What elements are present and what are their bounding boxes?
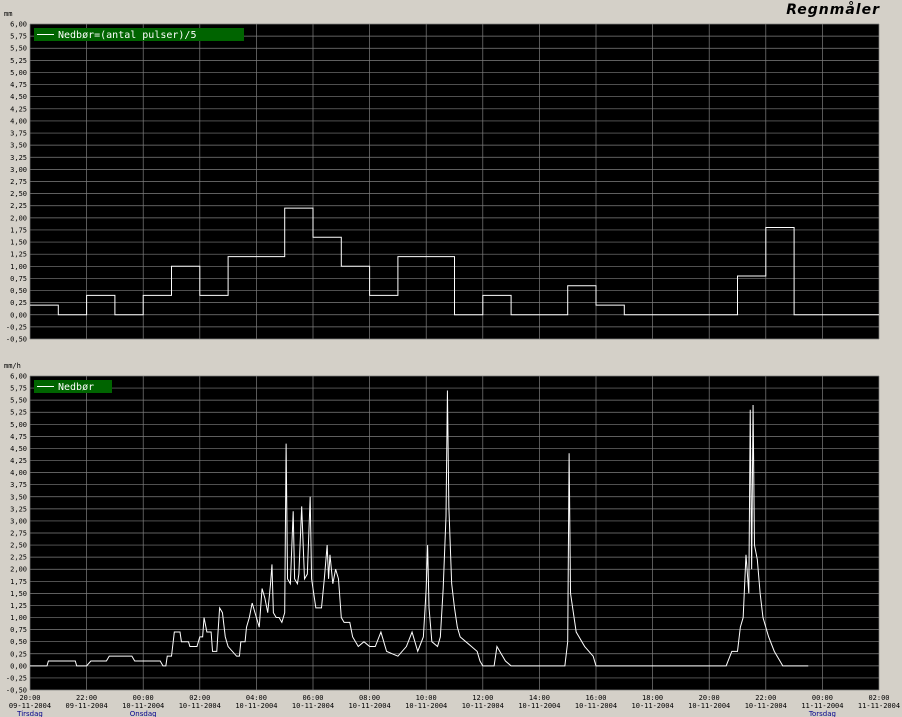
x-tick-time: 04:00 — [246, 694, 267, 702]
y-tick-label: 4,50 — [10, 445, 27, 453]
y-tick-label: 4,75 — [10, 433, 27, 441]
y-tick-label: 4,50 — [10, 93, 27, 101]
x-tick-time: 06:00 — [302, 694, 323, 702]
x-tick-date: 10-11-2004 — [235, 702, 277, 710]
y-tick-label: 0,50 — [10, 287, 27, 295]
x-tick-time: 00:00 — [133, 694, 154, 702]
y-tick-label: 1,50 — [10, 590, 27, 598]
y-unit-label: mm — [4, 10, 12, 18]
y-tick-label: 1,00 — [10, 263, 27, 271]
y-tick-label: 0,00 — [10, 662, 27, 670]
legend-label: Nedbør=(antal pulser)/5 — [58, 30, 196, 41]
x-tick-time: 20:00 — [19, 694, 40, 702]
y-tick-label: 2,75 — [10, 530, 27, 538]
y-tick-label: 5,25 — [10, 409, 27, 417]
y-tick-label: 5,00 — [10, 69, 27, 77]
x-tick-date: 10-11-2004 — [462, 702, 504, 710]
x-tick-time: 08:00 — [359, 694, 380, 702]
y-tick-label: 4,00 — [10, 469, 27, 477]
y-tick-label: 4,75 — [10, 81, 27, 89]
x-tick-date: 10-11-2004 — [179, 702, 221, 710]
y-tick-label: 5,50 — [10, 397, 27, 405]
legend-label: Nedbør — [58, 382, 94, 393]
y-tick-label: 1,50 — [10, 239, 27, 247]
y-tick-label: 1,75 — [10, 578, 27, 586]
x-tick-date: 10-11-2004 — [688, 702, 730, 710]
x-tick-time: 10:00 — [416, 694, 437, 702]
x-tick-date: 10-11-2004 — [632, 702, 674, 710]
x-tick-time: 22:00 — [76, 694, 97, 702]
y-tick-label: 2,25 — [10, 554, 27, 562]
x-tick-date: 10-11-2004 — [575, 702, 617, 710]
y-tick-label: 4,25 — [10, 105, 27, 113]
y-tick-label: -0,50 — [6, 336, 27, 344]
x-tick-date: 10-11-2004 — [405, 702, 447, 710]
y-tick-label: 1,75 — [10, 226, 27, 234]
y-tick-label: 3,25 — [10, 154, 27, 162]
y-tick-label: 1,25 — [10, 602, 27, 610]
x-tick-day: Onsdag — [130, 710, 157, 717]
y-tick-label: 6,00 — [10, 21, 27, 29]
x-tick-time: 02:00 — [868, 694, 889, 702]
y-tick-label: 6,00 — [10, 373, 27, 381]
y-tick-label: 2,50 — [10, 190, 27, 198]
y-tick-label: 2,00 — [10, 566, 27, 574]
x-tick-time: 16:00 — [585, 694, 606, 702]
x-tick-time: 18:00 — [642, 694, 663, 702]
y-tick-label: 3,25 — [10, 505, 27, 513]
x-tick-day: Tirsdag — [16, 710, 43, 717]
y-tick-label: 0,25 — [10, 650, 27, 658]
y-tick-label: 5,50 — [10, 45, 27, 53]
y-tick-label: 1,25 — [10, 251, 27, 259]
y-tick-label: 5,25 — [10, 57, 27, 65]
x-tick-time: 02:00 — [189, 694, 210, 702]
y-tick-label: 2,00 — [10, 214, 27, 222]
rain-chart: 6,00 5,75 5,50 5,25 5,00 4,75 4,50 4,25 4,00 3,75… — [4, 10, 900, 717]
y-tick-label: 3,00 — [10, 166, 27, 174]
y-unit-label: mm/h — [4, 362, 21, 370]
y-tick-label: 3,00 — [10, 517, 27, 525]
y-tick-label: 2,75 — [10, 178, 27, 186]
y-tick-label: 2,50 — [10, 542, 27, 550]
y-tick-label: 3,50 — [10, 493, 27, 501]
y-tick-label: 0,25 — [10, 299, 27, 307]
x-tick-date: 09-11-2004 — [66, 702, 108, 710]
y-tick-label: 5,00 — [10, 421, 27, 429]
x-tick-time: 14:00 — [529, 694, 550, 702]
x-tick-date: 10-11-2004 — [745, 702, 787, 710]
y-tick-label: 3,50 — [10, 142, 27, 150]
y-tick-label: 0,00 — [10, 311, 27, 319]
y-tick-label: 5,75 — [10, 385, 27, 393]
x-tick-day: Torsdag — [808, 710, 836, 717]
y-tick-label: 0,75 — [10, 275, 27, 283]
x-tick-date: 11-11-2004 — [858, 702, 900, 710]
y-tick-label: 4,00 — [10, 117, 27, 125]
x-tick-time: 12:00 — [472, 694, 493, 702]
x-tick-date: 11-11-2004 — [801, 702, 843, 710]
x-tick-time: 00:00 — [812, 694, 833, 702]
y-tick-label: 4,25 — [10, 457, 27, 465]
y-tick-label: 0,75 — [10, 626, 27, 634]
y-tick-label: 5,75 — [10, 33, 27, 41]
x-tick-date: 10-11-2004 — [349, 702, 391, 710]
x-tick-time: 22:00 — [755, 694, 776, 702]
y-tick-label: 2,25 — [10, 202, 27, 210]
x-tick-date: 10-11-2004 — [518, 702, 560, 710]
y-tick-label: -0,25 — [6, 674, 27, 682]
x-tick-date: 10-11-2004 — [292, 702, 334, 710]
y-tick-label: 1,00 — [10, 614, 27, 622]
y-tick-label: 3,75 — [10, 481, 27, 489]
x-tick-date: 09-11-2004 — [9, 702, 51, 710]
x-tick-date: 10-11-2004 — [122, 702, 164, 710]
y-tick-label: 3,75 — [10, 130, 27, 138]
y-tick-label: -0,25 — [6, 323, 27, 331]
y-tick-label: 0,50 — [10, 638, 27, 646]
x-tick-time: 20:00 — [699, 694, 720, 702]
